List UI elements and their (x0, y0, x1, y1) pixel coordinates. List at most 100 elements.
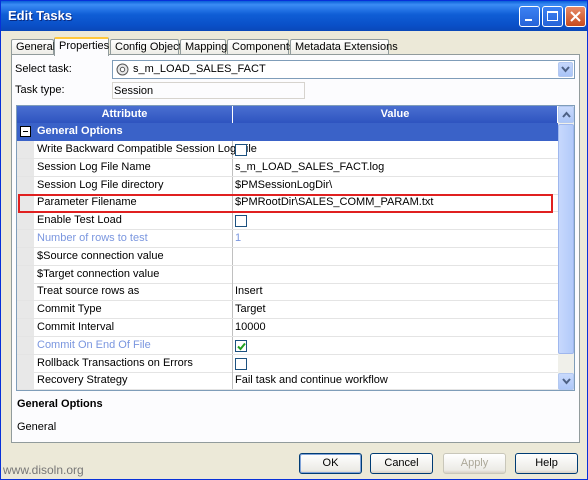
chevron-down-icon (562, 378, 571, 385)
attribute-label: Session Log File directory (37, 178, 164, 191)
value-cell[interactable]: s_m_LOAD_SALES_FACT.log (233, 159, 558, 176)
row-gutter (17, 372, 34, 390)
attribute-cell: Enable Test Load (17, 212, 233, 230)
value-cell[interactable]: 10000 (233, 319, 558, 336)
table-row[interactable]: $Target connection value (17, 265, 558, 284)
attribute-label: $Target connection value (37, 267, 160, 280)
attribute-label: Commit Interval (37, 321, 115, 333)
tab-config-object[interactable]: Config Object (110, 39, 182, 55)
table-row[interactable]: $Source connection value (17, 247, 558, 266)
tab-components[interactable]: Components (227, 39, 294, 55)
select-task-label: Select task: (15, 63, 72, 75)
close-icon (570, 11, 581, 22)
value-text: 1 (235, 232, 242, 244)
attribute-label: $Source connection value (37, 249, 164, 262)
value-text: Insert (235, 285, 263, 298)
window-title: Edit Tasks (8, 8, 73, 23)
minimize-icon (525, 19, 532, 21)
parameter-filename-highlight (18, 194, 553, 213)
value-cell[interactable]: $PMSessionLogDir\ (233, 177, 558, 194)
value-cell[interactable] (233, 141, 558, 158)
tab-properties[interactable]: Properties (54, 37, 109, 56)
tab-mapping[interactable]: Mapping (180, 39, 227, 55)
group-row[interactable]: General Options (17, 123, 558, 141)
row-gutter (17, 319, 34, 336)
row-gutter (17, 212, 34, 230)
table-row[interactable]: Commit On End Of File (17, 336, 558, 355)
row-gutter (17, 141, 34, 158)
scroll-down-button[interactable] (558, 373, 574, 390)
attribute-label: Write Backward Compatible Session Log Fi… (37, 143, 257, 155)
apply-button[interactable]: Apply (443, 453, 506, 474)
help-button[interactable]: Help (515, 453, 578, 474)
select-task-dropdown[interactable]: s_m_LOAD_SALES_FACT (112, 60, 575, 79)
row-gutter (17, 176, 34, 194)
value-text: Target (235, 303, 266, 316)
attribute-cell: Session Log File directory (17, 176, 233, 194)
attribute-cell: Commit On End Of File (17, 336, 233, 354)
value-text: Fail task and continue workflow (235, 374, 388, 387)
dropdown-button[interactable] (558, 62, 573, 77)
attribute-cell: Write Backward Compatible Session Log Fi… (17, 141, 257, 158)
table-row[interactable]: Session Log File directory $PMSessionLogD… (17, 176, 558, 195)
cancel-button[interactable]: Cancel (370, 453, 433, 474)
attribute-cell: Recovery Strategy (17, 372, 233, 390)
table-row[interactable]: Enable Test Load (17, 212, 558, 231)
scroll-thumb[interactable] (558, 124, 574, 354)
value-checkbox[interactable] (235, 339, 247, 352)
select-task-value: s_m_LOAD_SALES_FACT (133, 63, 266, 75)
value-cell[interactable]: Insert (233, 283, 558, 300)
tab-metadata-extensions[interactable]: Metadata Extensions (290, 39, 398, 55)
maximize-icon (547, 11, 558, 21)
ok-button[interactable]: OK (299, 453, 362, 474)
value-cell[interactable]: 1 (233, 230, 558, 247)
attribute-cell: Commit Interval (17, 319, 233, 336)
table-row[interactable]: Commit Interval 10000 (17, 319, 558, 337)
attribute-cell: $Source connection value (17, 247, 233, 265)
value-cell[interactable] (233, 337, 558, 354)
watermark: www.disoln.org (3, 463, 84, 477)
row-gutter (17, 158, 34, 176)
task-type-label: Task type: (15, 84, 65, 96)
table-row[interactable]: Commit Type Target (17, 301, 558, 320)
attribute-label: Commit On End Of File (37, 338, 151, 351)
table-row[interactable]: Treat source rows as Insert (17, 283, 558, 302)
value-cell[interactable] (233, 248, 558, 265)
attributes-grid: Attribute Value General Options Write Ba… (16, 105, 575, 391)
attribute-cell: Commit Type (17, 301, 233, 319)
table-row[interactable]: Recovery Strategy Fail task and continue … (17, 372, 558, 390)
row-gutter (17, 336, 34, 354)
value-column-header[interactable]: Value (233, 106, 558, 123)
table-row[interactable]: Write Backward Compatible Session Log Fi… (17, 141, 558, 159)
attribute-label: Session Log File Name (37, 160, 151, 173)
close-button[interactable] (565, 6, 586, 27)
table-row[interactable]: Session Log File Name s_m_LOAD_SALES_FACT… (17, 158, 558, 177)
table-row[interactable]: Number of rows to test 1 (17, 230, 558, 248)
value-checkbox[interactable] (235, 144, 247, 156)
description-heading: General Options (17, 398, 103, 410)
title-bar[interactable]: Edit Tasks (1, 1, 587, 31)
value-cell[interactable] (233, 266, 558, 283)
attribute-column-header[interactable]: Attribute (17, 106, 233, 123)
task-type-field: Session (112, 82, 305, 99)
value-cell[interactable] (233, 212, 558, 229)
attribute-label: Treat source rows as (37, 285, 140, 298)
description-area: General Options General (15, 396, 575, 440)
value-cell[interactable] (233, 355, 558, 372)
scroll-up-button[interactable] (558, 106, 574, 123)
value-cell[interactable]: Fail task and continue workflow (233, 372, 558, 389)
row-gutter (17, 354, 34, 372)
collapse-icon[interactable] (20, 126, 31, 137)
vertical-scrollbar[interactable] (558, 106, 574, 390)
maximize-button[interactable] (542, 6, 563, 27)
value-cell[interactable]: Target (233, 301, 558, 318)
edit-tasks-dialog: Edit Tasks General Properties Config Obj… (0, 0, 588, 480)
attribute-cell: Rollback Transactions on Errors (17, 354, 233, 372)
minimize-button[interactable] (519, 6, 540, 27)
value-checkbox[interactable] (235, 357, 247, 370)
table-row[interactable]: Rollback Transactions on Errors (17, 354, 558, 373)
tab-general[interactable]: General (11, 39, 55, 55)
chevron-up-icon (562, 111, 571, 118)
attribute-cell: $Target connection value (17, 265, 233, 283)
value-checkbox[interactable] (235, 215, 247, 228)
